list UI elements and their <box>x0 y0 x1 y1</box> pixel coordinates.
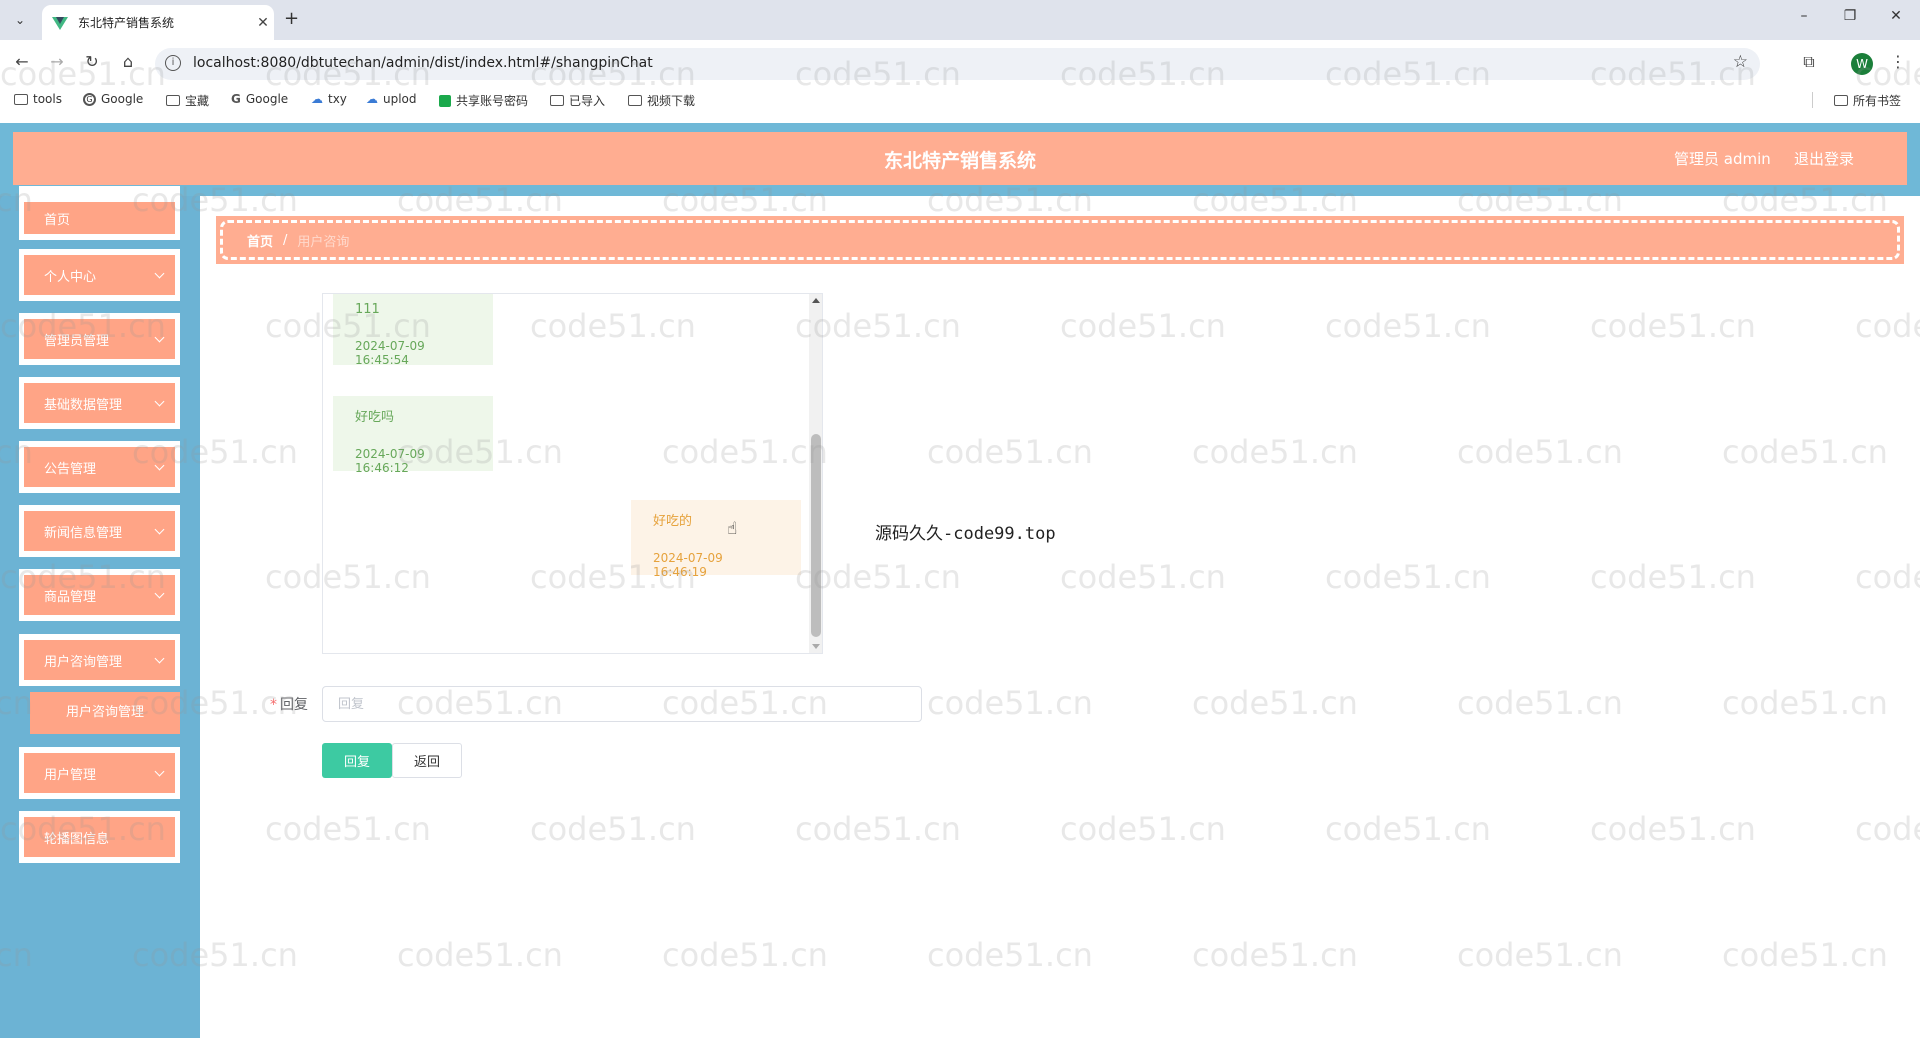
sidebar-item-home[interactable]: 首页 <box>19 186 180 240</box>
overlay-text: 源码久久-code99.top <box>875 524 1056 544</box>
breadcrumb-separator: / <box>283 232 288 248</box>
bookmark-baozang[interactable]: 宝藏 <box>166 92 209 109</box>
page-title: 东北特产销售系统 <box>883 150 1036 172</box>
bookmark-imported[interactable]: 已导入 <box>550 92 605 109</box>
minimize-icon[interactable]: – <box>1784 8 1824 24</box>
breadcrumb-current: 用户咨询 <box>297 234 350 250</box>
app-header: 东北特产销售系统 管理员 admin 退出登录 <box>0 123 1920 196</box>
bookmark-uplod[interactable]: ☁ uplod <box>366 92 417 106</box>
sidebar-item-consult[interactable]: 用户咨询管理 <box>19 634 180 686</box>
bookmark-divider <box>1812 92 1813 108</box>
window-close-icon[interactable]: ✕ <box>1876 8 1916 24</box>
sidebar-item-notice[interactable]: 公告管理 <box>19 441 180 493</box>
message-time: 2024-07-09 16:45:54 <box>355 339 425 367</box>
plus-icon[interactable]: + <box>284 8 299 29</box>
header-bar: 东北特产销售系统 管理员 admin 退出登录 <box>13 132 1907 185</box>
logout-link[interactable]: 退出登录 <box>1794 148 1854 169</box>
chevron-down-icon <box>154 332 165 343</box>
chat-message: 111 2024-07-09 16:45:54 <box>333 294 493 367</box>
scroll-up-icon[interactable] <box>812 298 820 303</box>
current-user: 管理员 admin <box>1674 150 1771 168</box>
sidebar-item-products[interactable]: 商品管理 <box>19 569 180 621</box>
chat-message: 好吃吗 2024-07-09 16:46:12 <box>333 396 493 475</box>
chevron-down-icon <box>154 766 165 777</box>
message-text: 111 <box>355 302 380 317</box>
bookmark-google-2[interactable]: G Google <box>231 92 288 106</box>
vue-favicon <box>52 16 68 30</box>
reply-button[interactable]: 回复 <box>322 743 392 778</box>
folder-icon <box>1834 95 1848 106</box>
bookmarks-bar: tools G Google 宝藏 G Google ☁ txy ☁ uplod 共享账… <box>0 88 1920 112</box>
back-button[interactable]: 返回 <box>392 743 462 778</box>
message-time: 2024-07-09 16:46:19 <box>653 551 723 579</box>
message-text: 好吃的 <box>653 514 693 529</box>
back-icon[interactable]: ← <box>10 52 34 71</box>
chevron-down-icon <box>154 653 165 664</box>
sidebar-item-users[interactable]: 用户管理 <box>19 747 180 799</box>
sidebar-item-profile[interactable]: 个人中心 <box>19 249 180 301</box>
chevron-down-icon <box>154 396 165 407</box>
restore-icon[interactable]: ❐ <box>1830 8 1870 24</box>
chevron-down-icon <box>154 268 165 279</box>
close-icon[interactable]: ✕ <box>252 15 274 31</box>
breadcrumb: 首页 / 用户咨询 <box>216 216 1904 264</box>
chat-history[interactable]: 111 2024-07-09 16:45:54 好吃吗 2024-07-09 1… <box>322 293 823 654</box>
browser-tab[interactable]: 东北特产销售系统 ✕ <box>42 5 274 40</box>
bookmark-shared-accounts[interactable]: 共享账号密码 <box>439 92 528 109</box>
cloud-icon: ☁ <box>366 92 378 106</box>
chevron-down-icon <box>154 588 165 599</box>
extensions-icon[interactable]: ⧉ <box>1797 52 1821 72</box>
sidebar-item-carousel[interactable]: 轮播图信息 <box>19 811 180 863</box>
google-g-icon: G <box>231 92 241 106</box>
sidebar-subitem-consult[interactable]: 用户咨询管理 <box>30 692 180 734</box>
forward-icon[interactable]: → <box>45 52 69 71</box>
bookmark-google[interactable]: G Google <box>83 92 143 106</box>
breadcrumb-home[interactable]: 首页 <box>247 231 273 250</box>
tab-title: 东北特产销售系统 <box>78 16 175 30</box>
info-icon[interactable]: i <box>165 55 181 71</box>
folder-icon <box>550 95 564 106</box>
reply-label: * 回复 <box>270 697 308 713</box>
folder-icon <box>628 95 642 106</box>
message-text: 好吃吗 <box>355 410 395 425</box>
address-bar[interactable]: i localhost:8080/dbtutechan/admin/dist/i… <box>155 48 1760 80</box>
chat-message: 好吃的 2024-07-09 16:46:19 <box>631 500 801 579</box>
bookmark-all[interactable]: 所有书签 <box>1834 92 1901 109</box>
star-icon[interactable]: ☆ <box>1733 52 1748 72</box>
sidebar-item-admin[interactable]: 管理员管理 <box>19 313 180 365</box>
bookmark-video-download[interactable]: 视频下载 <box>628 92 695 109</box>
google-icon: G <box>83 92 96 106</box>
tab-list-icon[interactable]: ⌄ <box>8 10 32 30</box>
reply-input[interactable] <box>322 686 922 722</box>
chevron-down-icon <box>154 460 165 471</box>
reload-icon[interactable]: ↻ <box>80 52 104 71</box>
message-time: 2024-07-09 16:46:12 <box>355 447 425 475</box>
sheet-icon <box>439 94 451 107</box>
hand-cursor-icon: ☝ <box>727 519 738 539</box>
home-icon[interactable]: ⌂ <box>116 52 140 71</box>
bookmark-tools[interactable]: tools <box>14 92 62 106</box>
chat-scrollbar[interactable] <box>809 294 822 653</box>
scroll-down-icon[interactable] <box>812 644 820 649</box>
folder-icon <box>166 95 180 106</box>
avatar[interactable]: W <box>1851 53 1873 75</box>
required-mark: * <box>270 697 277 713</box>
browser-tab-bar: ⌄ 东北特产销售系统 ✕ + – ❐ ✕ <box>0 0 1920 40</box>
chevron-down-icon <box>154 524 165 535</box>
sidebar-item-basic-data[interactable]: 基础数据管理 <box>19 377 180 429</box>
url-text[interactable]: localhost:8080/dbtutechan/admin/dist/ind… <box>193 55 653 71</box>
menu-dots-icon[interactable]: ⋮ <box>1886 52 1910 71</box>
cloud-icon: ☁ <box>311 92 323 106</box>
folder-icon <box>14 93 28 105</box>
scroll-thumb[interactable] <box>811 434 821 637</box>
sidebar-item-news[interactable]: 新闻信息管理 <box>19 505 180 557</box>
bookmark-txy[interactable]: ☁ txy <box>311 92 347 106</box>
